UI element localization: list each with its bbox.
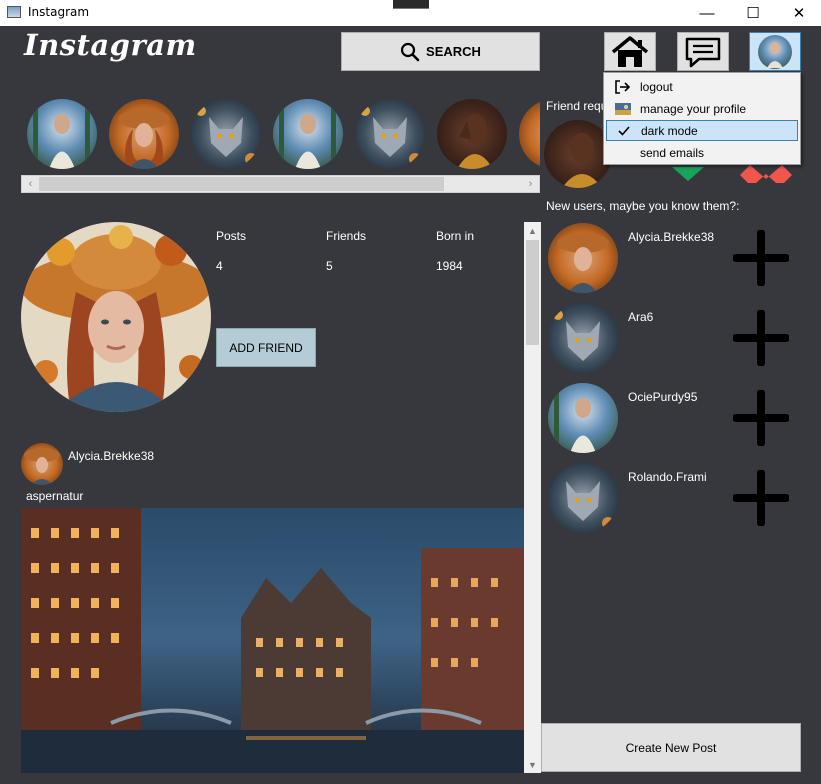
scroll-left-icon[interactable]: ‹ xyxy=(22,176,39,192)
stat-born-label: Born in xyxy=(436,229,475,243)
profile-panel: Posts 4 Friends 5 Born in 1984 Alycia.Br… xyxy=(21,222,541,773)
add-user-icon[interactable] xyxy=(733,230,789,286)
story-image xyxy=(437,99,507,169)
app-window-icon xyxy=(7,6,21,18)
scrollbar-thumb[interactable] xyxy=(39,177,444,191)
new-user-avatar[interactable] xyxy=(548,383,618,453)
profile-menu-button[interactable] xyxy=(749,32,801,71)
messages-button[interactable] xyxy=(677,32,729,71)
accept-request-icon[interactable] xyxy=(670,165,706,183)
create-post-button[interactable]: Create New Post xyxy=(541,723,801,772)
profile-picture xyxy=(21,222,211,412)
add-user-icon[interactable] xyxy=(733,390,789,446)
search-icon xyxy=(400,42,420,61)
add-user-icon[interactable] xyxy=(733,470,789,526)
stat-friends-label: Friends xyxy=(326,229,367,243)
story-avatar[interactable] xyxy=(27,99,97,169)
search-button[interactable]: SEARCH xyxy=(341,32,540,71)
friend-requests-label: Friend requ xyxy=(546,99,608,113)
window-titlebar: Instagram — ☐ ✕ xyxy=(0,0,821,26)
new-user-avatar[interactable] xyxy=(548,303,618,373)
menu-item-label: dark mode xyxy=(641,123,698,138)
maximize-icon: ☐ xyxy=(746,5,760,22)
close-icon: ✕ xyxy=(792,5,806,22)
profile-avatar xyxy=(758,34,792,69)
new-user-avatar[interactable] xyxy=(548,223,618,293)
new-users-label: New users, maybe you know them?: xyxy=(546,199,740,213)
menu-item-logout[interactable]: logout xyxy=(606,76,798,97)
story-avatar[interactable] xyxy=(109,99,179,169)
story-image xyxy=(273,99,343,169)
window-grip xyxy=(393,0,429,9)
profile-scrollbar[interactable]: ▲ ▼ xyxy=(524,222,541,773)
app-logo: Instagram xyxy=(24,28,197,62)
reject-request-icon[interactable] xyxy=(738,165,794,183)
add-friend-button[interactable]: ADD FRIEND xyxy=(216,328,316,367)
post-caption: aspernatur xyxy=(26,489,84,503)
chat-icon xyxy=(685,37,721,67)
stories-scrollbar[interactable]: ‹ › xyxy=(21,175,540,193)
scroll-down-icon[interactable]: ▼ xyxy=(524,756,541,773)
story-image xyxy=(27,99,97,169)
close-button[interactable]: ✕ xyxy=(776,0,821,26)
scrollbar-thumb[interactable] xyxy=(526,240,539,345)
story-avatar[interactable] xyxy=(437,99,507,169)
minimize-icon: — xyxy=(699,4,715,22)
add-user-icon[interactable] xyxy=(733,310,789,366)
post-author-name[interactable]: Alycia.Brekke38 xyxy=(68,449,154,463)
story-avatar-partial[interactable] xyxy=(519,99,540,169)
home-icon xyxy=(611,35,649,67)
menu-item-manage-profile[interactable]: manage your profile xyxy=(606,98,798,119)
stat-posts-label: Posts xyxy=(216,229,247,243)
new-user-name[interactable]: Ara6 xyxy=(628,310,653,324)
maximize-button[interactable]: ☐ xyxy=(730,0,776,26)
story-image xyxy=(191,99,261,169)
new-user-name[interactable]: Alycia.Brekke38 xyxy=(628,230,714,244)
story-avatar[interactable] xyxy=(273,99,343,169)
checkmark-icon xyxy=(618,125,630,136)
new-user-name[interactable]: Rolando.Frami xyxy=(628,470,707,484)
menu-item-label: manage your profile xyxy=(640,101,747,116)
menu-item-label: send emails xyxy=(640,145,705,160)
menu-item-label: logout xyxy=(640,79,673,94)
friend-request-avatar[interactable] xyxy=(544,120,612,188)
scroll-right-icon[interactable]: › xyxy=(522,176,539,192)
stat-born-value: 1984 xyxy=(436,259,463,273)
menu-item-dark-mode[interactable]: dark mode xyxy=(606,120,798,141)
search-label: SEARCH xyxy=(426,44,481,59)
story-image xyxy=(355,99,425,169)
profile-thumb-icon xyxy=(615,102,631,115)
story-avatar[interactable] xyxy=(355,99,425,169)
story-avatar[interactable] xyxy=(191,99,261,169)
minimize-button[interactable]: — xyxy=(684,0,730,26)
post-image xyxy=(21,508,524,773)
scroll-up-icon[interactable]: ▲ xyxy=(524,222,541,239)
story-image xyxy=(519,101,540,167)
new-user-avatar[interactable] xyxy=(548,463,618,533)
profile-dropdown-menu: logout manage your profile dark mode sen… xyxy=(603,72,801,165)
stat-posts-value: 4 xyxy=(216,259,223,273)
stat-friends-value: 5 xyxy=(326,259,333,273)
post-author-avatar xyxy=(21,443,63,485)
menu-item-send-emails[interactable]: send emails xyxy=(606,142,798,163)
logout-icon xyxy=(615,79,631,94)
home-button[interactable] xyxy=(604,32,656,71)
window-title: Instagram xyxy=(28,5,90,19)
story-image xyxy=(109,99,179,169)
new-user-name[interactable]: OciePurdy95 xyxy=(628,390,697,404)
